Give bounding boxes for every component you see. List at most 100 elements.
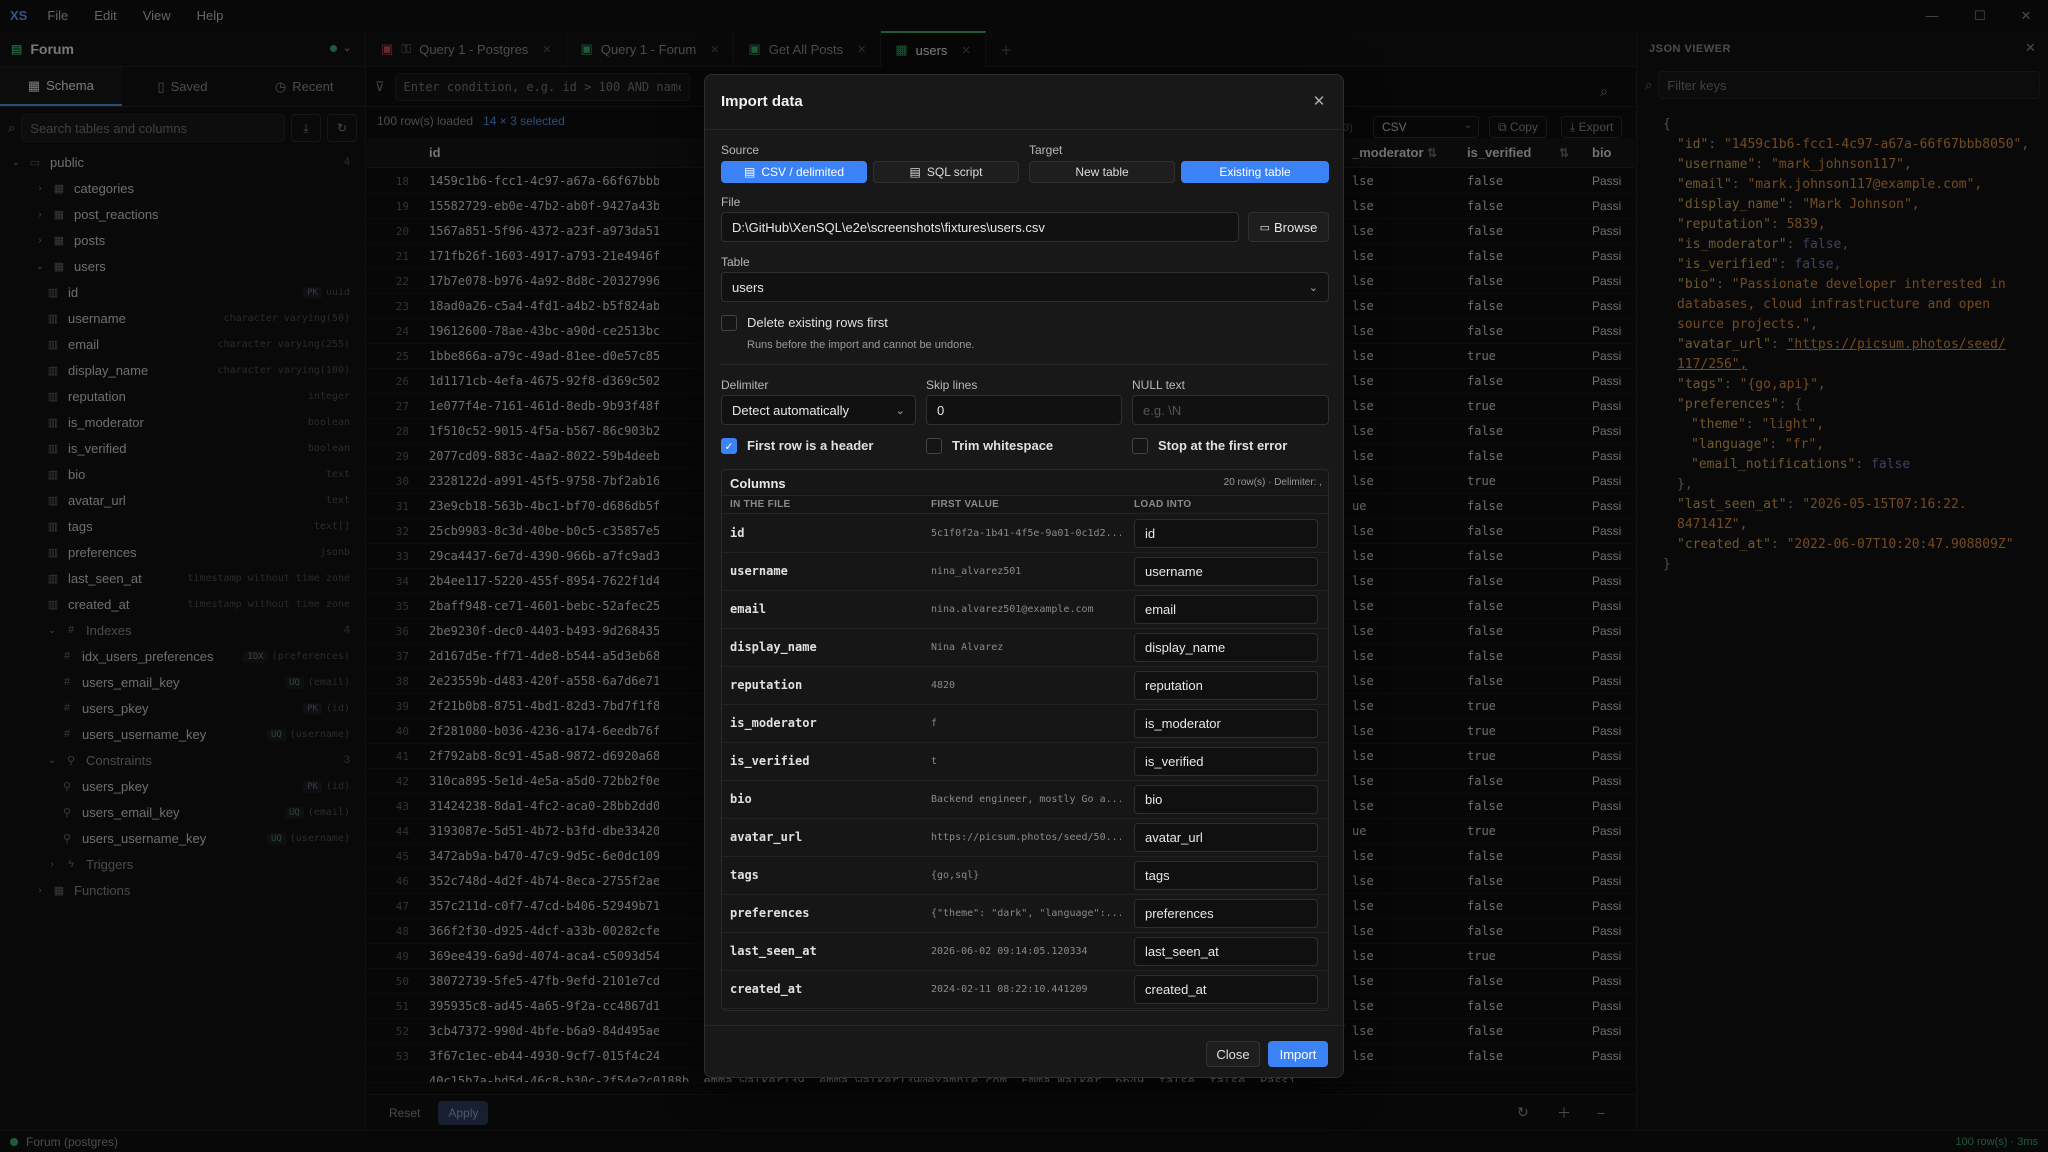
browse-button[interactable]: ▭ Browse (1248, 212, 1329, 242)
load-into-input[interactable]: preferences (1134, 899, 1318, 928)
first-value: nina_alvarez501 (931, 566, 1022, 577)
file-column-name: is_moderator (730, 716, 817, 730)
load-into-input[interactable]: email (1134, 595, 1318, 624)
load-into-input[interactable]: bio (1134, 785, 1318, 814)
first-row-header-label: First row is a header (747, 438, 874, 453)
app-window: XS File Edit View Help — ☐ ✕ ▤ Forum ⌄ ▦… (0, 0, 2048, 1152)
check-icon: ✓ (724, 440, 734, 453)
load-into-input[interactable]: is_verified (1134, 747, 1318, 776)
divider (705, 1025, 1345, 1026)
trim-whitespace-checkbox[interactable] (926, 438, 942, 454)
columns-meta: 20 row(s) · Delimiter: , (1223, 477, 1322, 488)
file-column-name: is_verified (730, 754, 810, 768)
delete-rows-label: Delete existing rows first (747, 315, 888, 330)
first-value: nina.alvarez501@example.com (931, 604, 1094, 615)
skip-lines-value: 0 (937, 402, 945, 418)
table-value: users (732, 279, 764, 295)
delete-rows-checkbox[interactable] (721, 315, 737, 331)
target-new-label: New table (1075, 165, 1129, 179)
load-into-input[interactable]: id (1134, 519, 1318, 548)
first-value: Nina Alvarez (931, 642, 1004, 653)
column-mapping-row: preferences {"theme": "dark", "language":… (722, 895, 1328, 933)
load-into-input[interactable]: is_moderator (1134, 709, 1318, 738)
column-mapping-row: last_seen_at 2026-06-02 09:14:05.120334 la… (722, 933, 1328, 971)
table-select[interactable]: users ⌄ (721, 272, 1329, 302)
file-path-input[interactable]: D:\GitHub\XenSQL\e2e\screenshots\fixture… (721, 212, 1239, 242)
divider (705, 129, 1345, 130)
folder-icon: ▭ (1259, 221, 1271, 234)
column-mapping-row: is_moderator f is_moderator (722, 705, 1328, 743)
import-button[interactable]: Import (1268, 1041, 1328, 1067)
divider (721, 364, 1329, 365)
import-dialog: Import data ✕ Source Target ▤ CSV / delim… (704, 74, 1345, 1078)
col-header-load-into: LOAD INTO (1134, 499, 1192, 510)
load-into-input[interactable]: reputation (1134, 671, 1318, 700)
column-mapping-row: reputation 4820 reputation (722, 667, 1328, 705)
first-value: f (931, 718, 938, 729)
file-path-value: D:\GitHub\XenSQL\e2e\screenshots\fixture… (732, 219, 1045, 235)
col-header-first-value: FIRST VALUE (931, 499, 1000, 510)
file-column-name: email (730, 602, 767, 616)
first-row-header-checkbox[interactable]: ✓ (721, 438, 737, 454)
column-mapping-row: is_verified t is_verified (722, 743, 1328, 781)
source-sql-label: SQL script (926, 165, 983, 179)
target-label: Target (1029, 143, 1063, 157)
file-column-name: created_at (730, 982, 803, 996)
file-column-name: display_name (730, 640, 817, 654)
null-text-label: NULL text (1132, 378, 1185, 392)
delete-rows-hint: Runs before the import and cannot be und… (747, 339, 975, 351)
source-csv-label: CSV / delimited (761, 165, 845, 179)
first-value: 2024-02-11 08:22:10.441209 (931, 984, 1088, 995)
column-mapping-row: username nina_alvarez501 username (722, 553, 1328, 591)
first-value: t (931, 756, 938, 767)
col-header-in-file: IN THE FILE (730, 499, 791, 510)
close-icon[interactable]: ✕ (1307, 89, 1331, 113)
file-column-name: avatar_url (730, 830, 803, 844)
null-text-placeholder: e.g. \N (1143, 402, 1182, 418)
file-column-name: tags (730, 868, 759, 882)
column-mapping-row: bio Backend engineer, mostly Go a... bio (722, 781, 1328, 819)
trim-whitespace-label: Trim whitespace (952, 438, 1054, 453)
load-into-input[interactable]: avatar_url (1134, 823, 1318, 852)
source-label: Source (721, 143, 760, 157)
first-value: {go,sql} (931, 870, 980, 881)
load-into-input[interactable]: last_seen_at (1134, 937, 1318, 966)
stop-first-error-checkbox[interactable] (1132, 438, 1148, 454)
delimiter-label: Delimiter (721, 378, 769, 392)
target-new-button[interactable]: New table (1029, 161, 1175, 183)
load-into-input[interactable]: display_name (1134, 633, 1318, 662)
column-mapping-row: avatar_url https://picsum.photos/seed/50.… (722, 819, 1328, 857)
target-existing-label: Existing table (1219, 165, 1291, 179)
column-mapping-row: display_name Nina Alvarez display_name (722, 629, 1328, 667)
file-column-name: bio (730, 792, 752, 806)
chevron-down-icon: ⌄ (1308, 281, 1318, 294)
column-mapping-row: created_at 2024-02-11 08:22:10.441209 crea… (722, 971, 1328, 1009)
load-into-input[interactable]: tags (1134, 861, 1318, 890)
column-mapping-row: email nina.alvarez501@example.com email (722, 591, 1328, 629)
first-value: https://picsum.photos/seed/50... (931, 832, 1121, 843)
file-column-name: last_seen_at (730, 944, 817, 958)
first-value: 2026-06-02 09:14:05.120334 (931, 946, 1088, 957)
file-column-name: preferences (730, 906, 810, 920)
browse-label: Browse (1274, 219, 1318, 235)
null-text-input[interactable]: e.g. \N (1132, 395, 1329, 425)
file-column-name: reputation (730, 678, 803, 692)
close-button[interactable]: Close (1206, 1041, 1260, 1067)
stop-first-error-label: Stop at the first error (1158, 438, 1288, 453)
source-csv-button[interactable]: ▤ CSV / delimited (721, 161, 867, 183)
column-mapping-row: tags {go,sql} tags (722, 857, 1328, 895)
first-value: 5c1f0f2a-1b41-4f5e-9a01-0c1d2... (931, 528, 1121, 539)
first-value: 4820 (931, 680, 956, 691)
file-column-name: id (730, 526, 745, 540)
load-into-input[interactable]: created_at (1134, 975, 1318, 1004)
file-icon: ▤ (743, 165, 756, 179)
skip-lines-input[interactable]: 0 (926, 395, 1122, 425)
first-value: Backend engineer, mostly Go a... (931, 794, 1121, 805)
chevron-down-icon: ⌄ (895, 404, 905, 417)
target-existing-button[interactable]: Existing table (1181, 161, 1329, 183)
delimiter-select[interactable]: Detect automatically ⌄ (721, 395, 916, 425)
table-label: Table (721, 255, 750, 269)
source-sql-button[interactable]: ▤ SQL script (873, 161, 1019, 183)
columns-title: Columns (730, 476, 786, 491)
load-into-input[interactable]: username (1134, 557, 1318, 586)
